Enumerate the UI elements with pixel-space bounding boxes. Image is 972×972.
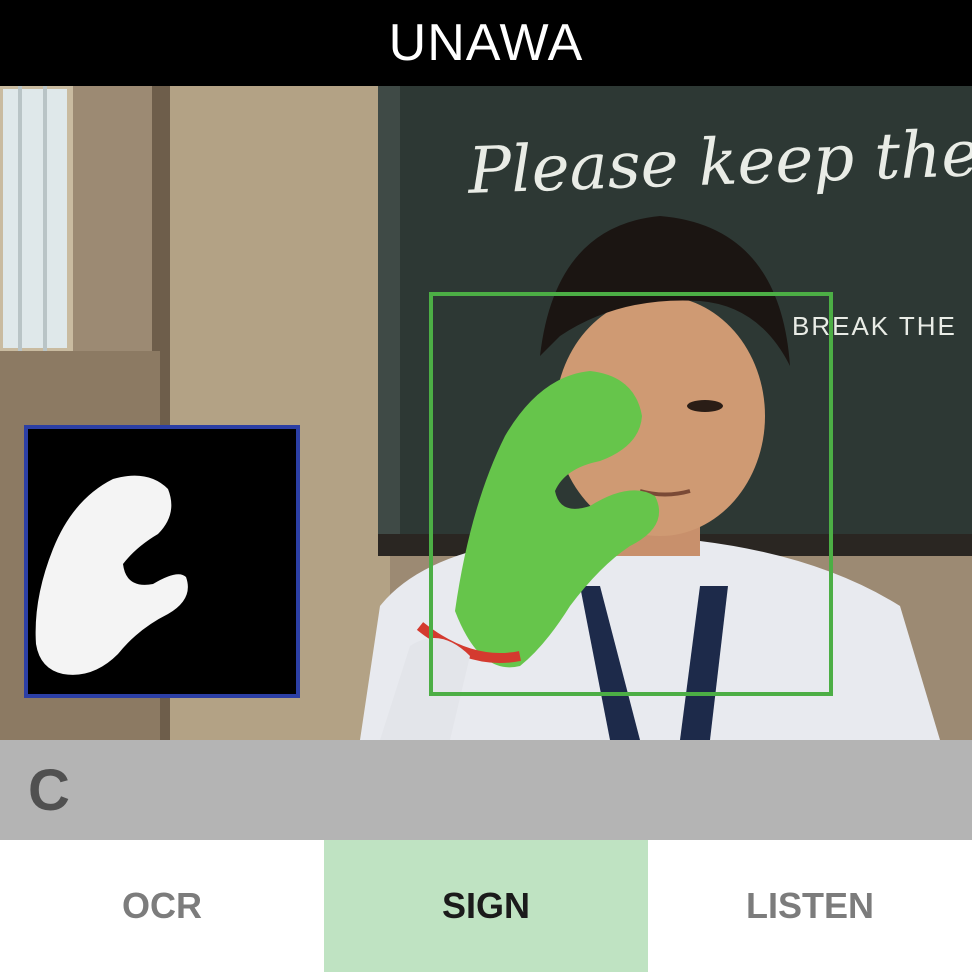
hand-mask-image (28, 429, 296, 694)
tab-listen[interactable]: LISTEN (648, 840, 972, 972)
hand-detection-box (429, 292, 833, 696)
app-title: UNAWA (388, 14, 584, 72)
recognized-letter: C (28, 757, 70, 823)
mode-tab-bar: OCR SIGN LISTEN (0, 840, 972, 972)
camera-preview: Please keep the BREAK THE (0, 86, 972, 740)
app-window: UNAWA Please keep the BREAK THE C OCR SI… (0, 0, 972, 972)
tab-sign[interactable]: SIGN (324, 840, 648, 972)
tab-ocr[interactable]: OCR (0, 840, 324, 972)
hand-mask-preview (24, 425, 300, 698)
recognition-result-bar: C (0, 740, 972, 840)
app-header: UNAWA (0, 0, 972, 86)
